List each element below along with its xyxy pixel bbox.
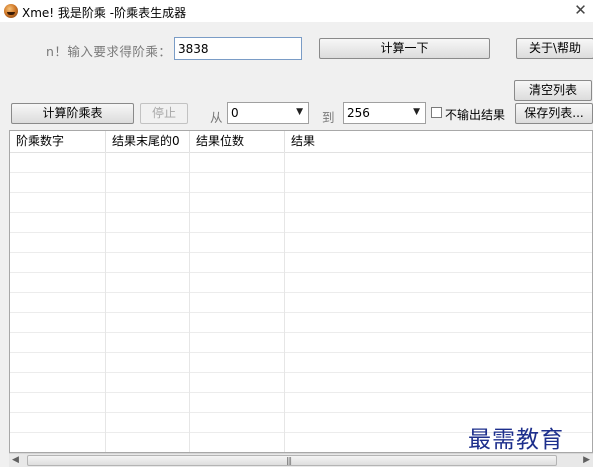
- from-label: 从: [210, 110, 223, 125]
- to-combobox[interactable]: 256 ▼: [343, 102, 426, 124]
- no-output-checkbox[interactable]: [431, 107, 442, 118]
- column-header-trailing-zeros[interactable]: 结果末尾的0: [106, 131, 190, 152]
- title-bar: Xme! 我是阶乘 -阶乘表生成器 ✕: [0, 0, 593, 22]
- list-header: 阶乘数字 结果末尾的0 结果位数 结果: [10, 131, 592, 153]
- horizontal-scrollbar[interactable]: ◀ ||| ▶: [9, 453, 593, 467]
- column-header-result[interactable]: 结果: [285, 131, 592, 152]
- list-grid: [10, 152, 592, 452]
- close-icon[interactable]: ✕: [568, 0, 593, 20]
- chevron-down-icon[interactable]: ▼: [296, 107, 303, 117]
- stop-button[interactable]: 停止: [140, 103, 188, 124]
- xme-face-icon: [4, 4, 18, 18]
- results-list[interactable]: 阶乘数字 结果末尾的0 结果位数 结果: [9, 130, 593, 453]
- scrollbar-thumb[interactable]: |||: [27, 455, 557, 466]
- grip-icon: |||: [286, 456, 292, 465]
- column-header-factorial-number[interactable]: 阶乘数字: [10, 131, 106, 152]
- about-help-button[interactable]: 关于\帮助: [516, 38, 593, 59]
- from-value: 0: [231, 106, 239, 120]
- save-list-button[interactable]: 保存列表...: [515, 103, 593, 124]
- main-window: Xme! 我是阶乘 -阶乘表生成器 ✕ n！输入要求得阶乘： 计算一下 关于\帮…: [0, 0, 593, 467]
- from-combobox[interactable]: 0 ▼: [227, 102, 309, 124]
- clear-list-button[interactable]: 清空列表: [514, 80, 592, 101]
- calc-factorial-table-button[interactable]: 计算阶乘表: [11, 103, 134, 124]
- n-input[interactable]: [174, 37, 302, 60]
- n-input-label: n！输入要求得阶乘：: [46, 44, 172, 59]
- watermark-logo: 最需教育: [468, 427, 564, 453]
- to-label: 到: [322, 110, 335, 125]
- to-value: 256: [347, 106, 370, 120]
- chevron-down-icon[interactable]: ▼: [413, 107, 420, 117]
- column-header-digit-count[interactable]: 结果位数: [190, 131, 285, 152]
- window-title: Xme! 我是阶乘 -阶乘表生成器: [22, 6, 187, 20]
- calculate-button[interactable]: 计算一下: [319, 38, 490, 59]
- scroll-right-icon[interactable]: ▶: [583, 455, 590, 465]
- no-output-label[interactable]: 不输出结果: [445, 106, 505, 123]
- scroll-left-icon[interactable]: ◀: [12, 455, 19, 465]
